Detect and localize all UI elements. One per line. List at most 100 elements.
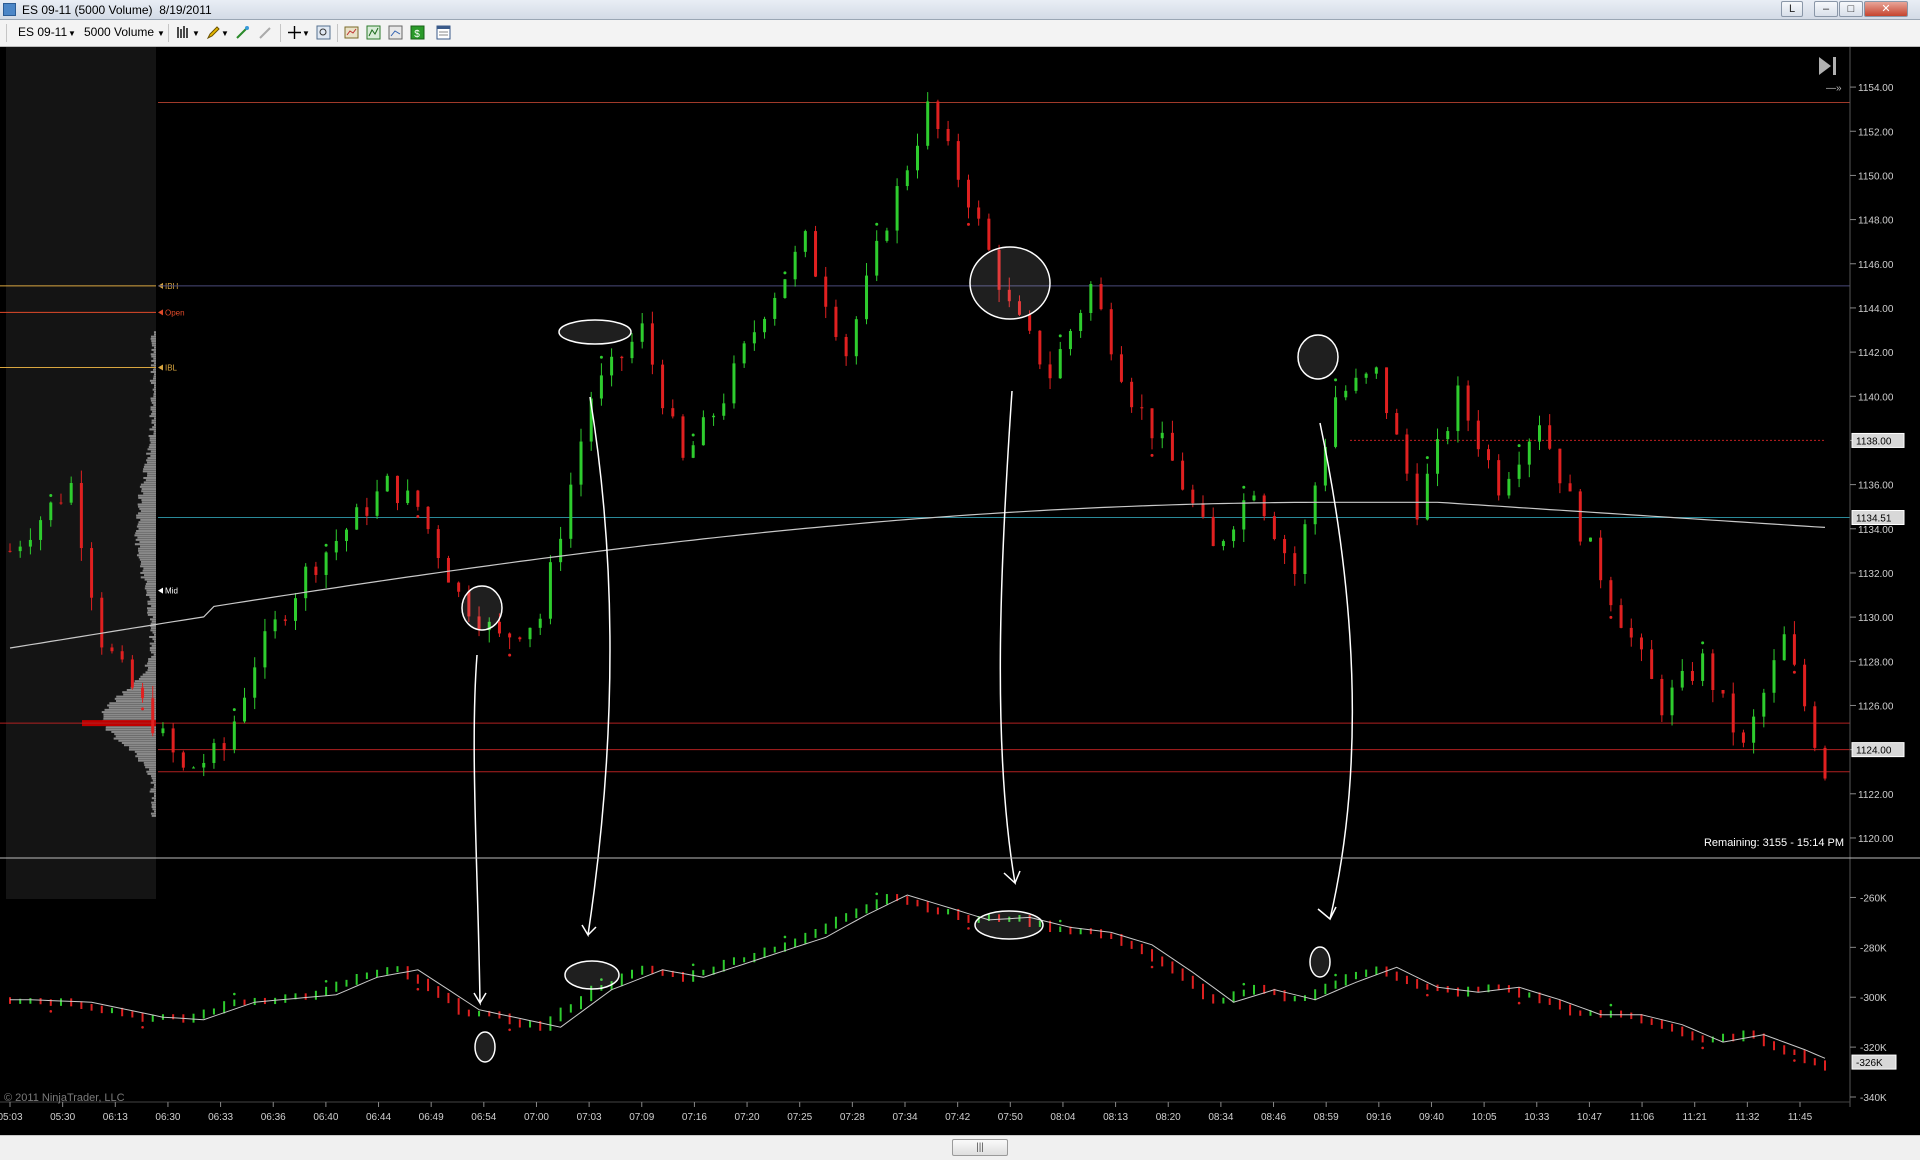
profile-bar [154,417,156,419]
price-bar [192,767,195,768]
scrollbar-thumb[interactable]: ||| [952,1139,1008,1156]
add-drawing-icon[interactable] [235,25,250,40]
price-bar [365,507,368,516]
profile-bar [150,618,156,620]
profile-bar [151,442,156,444]
price-bar [763,319,766,332]
price-bar [1283,539,1286,553]
indicator-swing-dot [417,988,420,991]
profile-bar [139,508,156,510]
price-bar [314,567,317,575]
chart-background [0,47,1920,1135]
time-tick-label: 07:34 [892,1112,917,1123]
instrument-selector[interactable]: ES 09-11 [18,25,67,39]
profile-bar [145,665,156,667]
price-bar [681,416,684,457]
time-tick-label: 06:40 [313,1112,338,1123]
profile-bar [154,373,156,375]
price-tick-label: 1126.00 [1858,701,1894,712]
profile-bar [138,548,156,550]
profile-bar [153,780,156,782]
profile-bar [154,393,156,395]
swing-dot [967,223,970,226]
price-bar [1263,495,1266,516]
remove-drawing-icon[interactable] [258,25,273,40]
price-bar [1212,517,1215,546]
profile-bar [138,760,156,762]
price-bar [885,231,888,241]
price-bar [824,277,827,307]
period-selector[interactable]: 5000 Volume [84,25,154,39]
time-tick-label: 11:06 [1630,1112,1655,1123]
profile-bar [147,607,156,609]
bar-style-dropdown-icon[interactable]: ▼ [192,29,200,38]
pencil-dropdown-icon[interactable]: ▼ [221,29,229,38]
maximize-button[interactable]: □ [1839,1,1863,17]
horizontal-scrollbar[interactable]: ||| [0,1135,1920,1160]
price-bar [569,485,572,539]
link-button[interactable]: L [1781,1,1803,17]
crosshair-icon[interactable] [287,25,302,40]
price-bar [1711,653,1714,690]
indicators-icon[interactable] [366,25,381,40]
strategies-icon[interactable] [344,25,359,40]
price-bar [9,551,12,552]
price-bar [1161,433,1164,438]
time-tick-label: 07:03 [577,1112,602,1123]
profile-bar [150,649,156,651]
crosshair-dropdown-icon[interactable]: ▼ [302,29,310,38]
annotation-circle [1298,335,1338,379]
price-chart[interactable]: IBH Open IBL Mid 1154.00 1152.00 1150.00 1148.… [0,47,1920,1135]
profile-bar [154,384,156,386]
svg-text:$: $ [414,29,420,40]
price-bar [294,598,297,621]
pencil-icon[interactable] [206,25,221,40]
price-tick-label: 1154.00 [1858,83,1894,94]
profile-bar [154,424,156,426]
profile-bar [151,353,156,355]
period-dropdown-icon[interactable]: ▼ [157,29,165,38]
time-tick-label: 09:40 [1419,1112,1444,1123]
price-bar [457,583,460,592]
bar-style-icon[interactable] [176,25,191,40]
time-tick-label: 07:16 [682,1112,707,1123]
dollar-icon[interactable]: $ [410,25,425,40]
profile-bar [118,740,156,742]
swing-dot [1793,671,1796,674]
profile-bar [129,749,156,751]
swing-dot [141,707,144,710]
close-button[interactable]: ✕ [1864,1,1908,17]
profile-bar [140,559,156,561]
properties-icon[interactable] [436,25,451,40]
price-bar [518,637,521,639]
time-tick-label: 07:50 [998,1112,1023,1123]
profile-bar [154,640,156,642]
price-bar [1130,382,1133,407]
price-bar [1793,634,1796,664]
minimize-button[interactable]: – [1814,1,1838,17]
price-bar [1681,671,1684,688]
indicator-swing-dot [967,927,970,930]
chart-properties-icon[interactable] [388,25,403,40]
profile-bar [151,422,156,424]
profile-bar [151,371,156,373]
price-bar [416,491,419,507]
price-bar [1242,500,1245,529]
time-tick-label: 06:13 [103,1112,128,1123]
swing-dot [1426,456,1429,459]
profile-bar [151,364,156,366]
time-tick-label: 08:13 [1103,1112,1128,1123]
profile-bar [152,621,156,623]
profile-bar [148,658,156,660]
price-bar [1151,408,1154,438]
profile-bar [151,397,156,399]
profile-bar [137,537,156,539]
profile-bar [145,585,156,587]
profile-bar [136,515,156,517]
zoom-icon[interactable] [316,25,331,40]
profile-bar [146,594,156,596]
instrument-dropdown-icon[interactable]: ▼ [68,29,76,38]
price-bar [712,416,715,417]
price-bar [1171,433,1174,461]
profile-bar [145,579,156,581]
